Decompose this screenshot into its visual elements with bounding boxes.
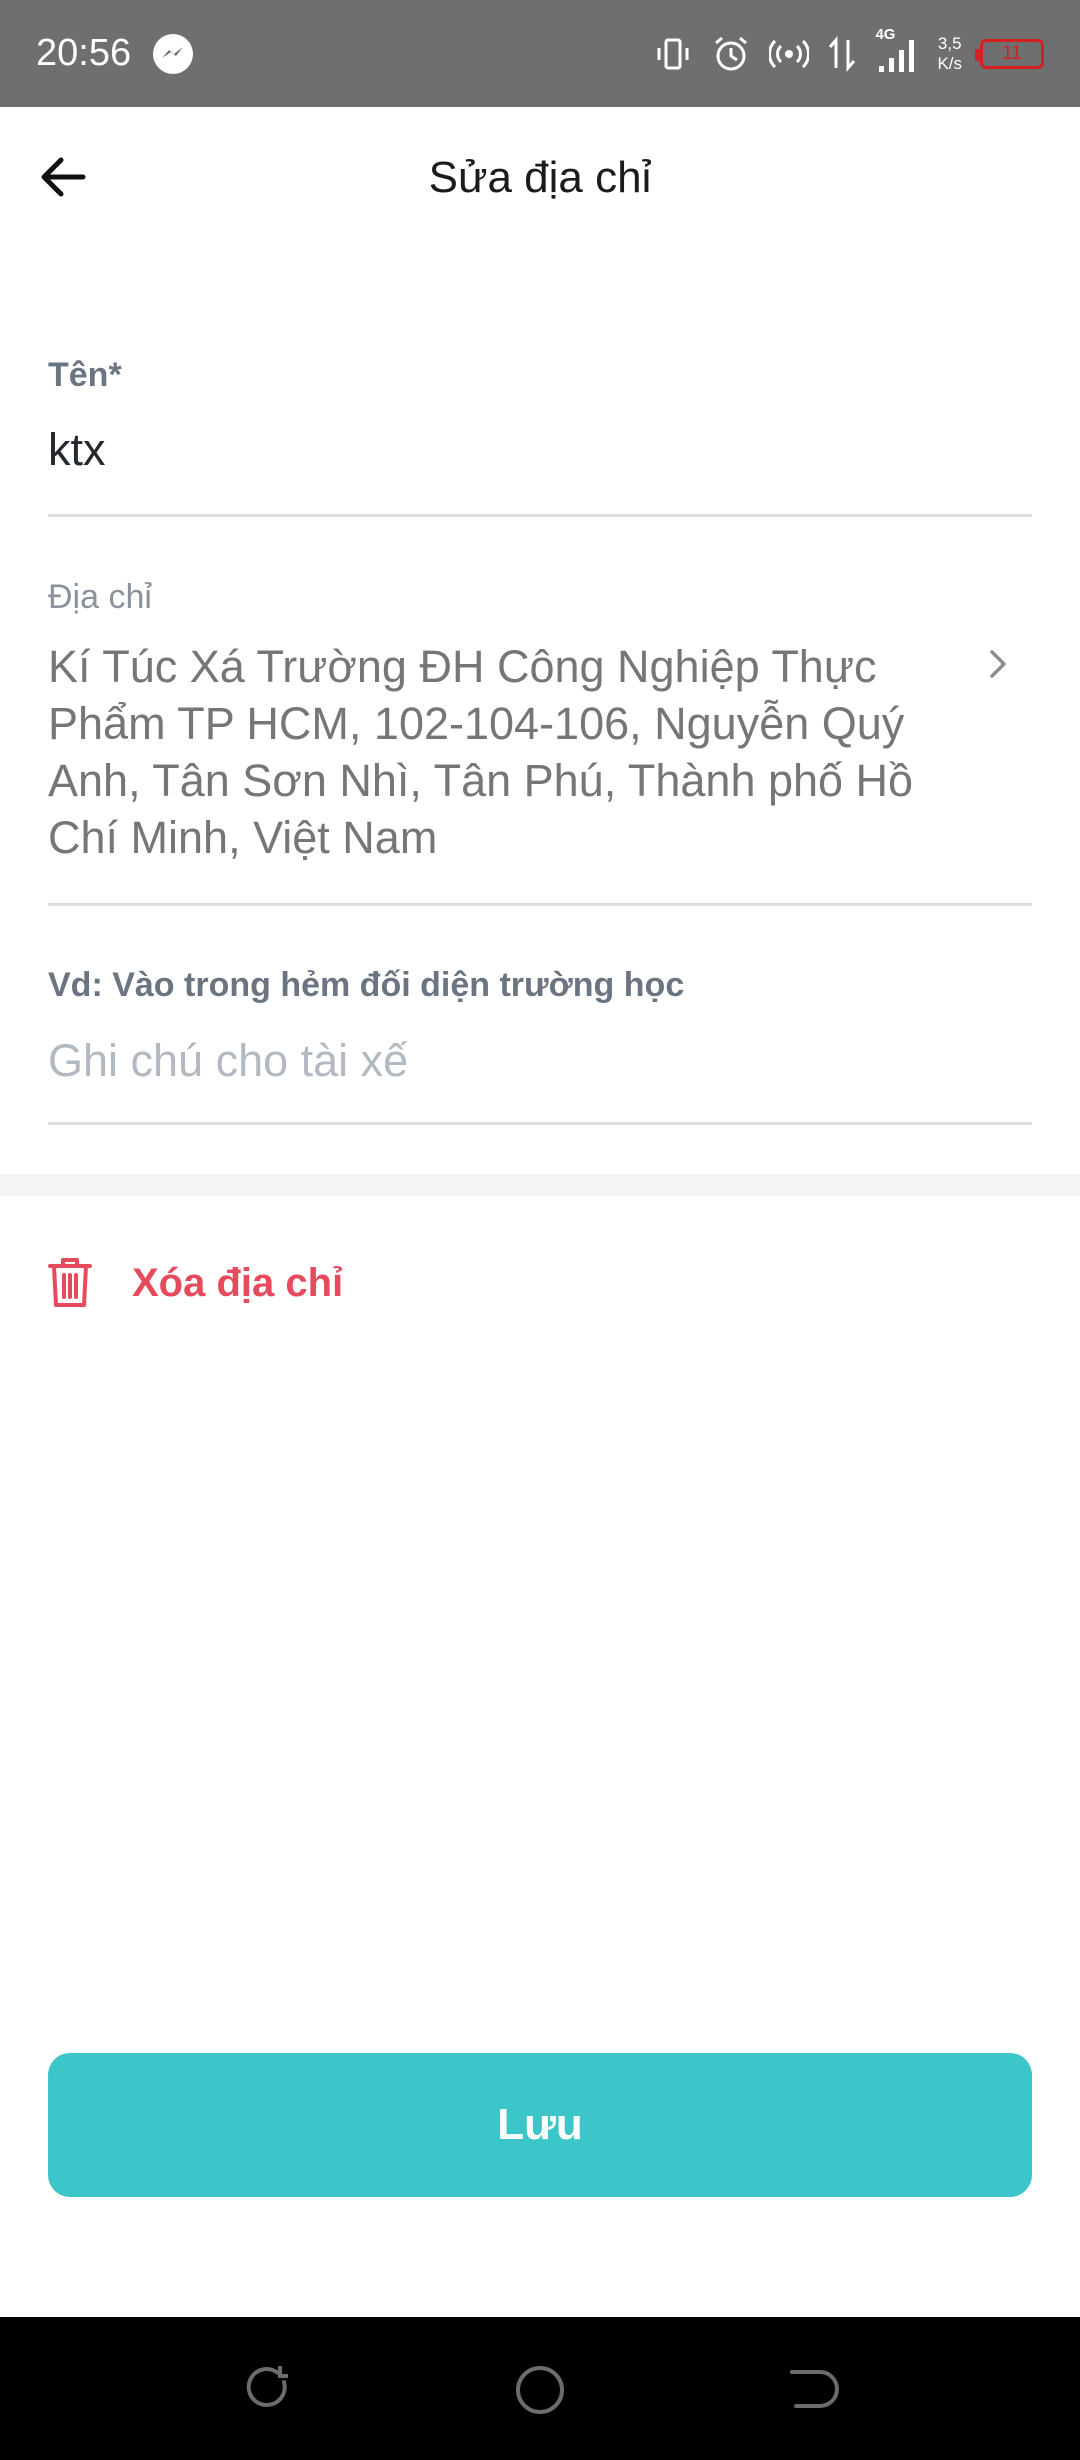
note-label: Vd: Vào trong hẻm đối diện trường học bbox=[48, 966, 685, 1004]
network-speed: 3,5 K/s bbox=[937, 34, 962, 74]
back-nav-icon[interactable] bbox=[780, 2360, 840, 2420]
alarm-icon bbox=[715, 36, 748, 71]
speed-unit: K/s bbox=[937, 54, 962, 73]
driver-note-input[interactable] bbox=[48, 1026, 1032, 1096]
data-transfer-icon bbox=[829, 35, 856, 73]
status-time: 20:56 bbox=[36, 32, 132, 74]
vibrate-icon bbox=[657, 38, 689, 70]
delete-address-button[interactable]: Xóa địa chỉ bbox=[48, 1250, 343, 1316]
name-field[interactable]: ktx bbox=[48, 420, 106, 480]
section-divider bbox=[0, 1174, 1080, 1196]
status-icons: 4G 3,5 K/s 11 bbox=[653, 26, 1044, 82]
divider bbox=[48, 514, 1032, 517]
save-button[interactable]: Lưu bbox=[48, 2053, 1032, 2197]
delete-address-label: Xóa địa chỉ bbox=[132, 1260, 344, 1305]
divider bbox=[48, 903, 1032, 906]
signal-icon: 4G bbox=[875, 26, 919, 76]
address-label: Địa chỉ bbox=[48, 578, 152, 616]
chevron-right-icon[interactable] bbox=[980, 646, 1016, 682]
battery-level: 11 bbox=[1002, 43, 1022, 64]
hotspot-icon bbox=[769, 39, 810, 69]
home-icon[interactable] bbox=[510, 2360, 570, 2420]
divider bbox=[48, 1122, 1032, 1125]
page-title: Sửa địa chỉ bbox=[428, 153, 652, 202]
address-field[interactable]: Kí Túc Xá Trường ĐH Công Nghiệp Thực Phẩ… bbox=[48, 638, 988, 866]
speed-value: 3,5 bbox=[937, 34, 962, 53]
trash-icon bbox=[48, 1258, 92, 1307]
name-label: Tên* bbox=[48, 356, 122, 394]
recent-apps-icon[interactable] bbox=[240, 2360, 300, 2420]
messenger-icon bbox=[153, 34, 193, 74]
battery-icon: 11 bbox=[975, 39, 1044, 69]
